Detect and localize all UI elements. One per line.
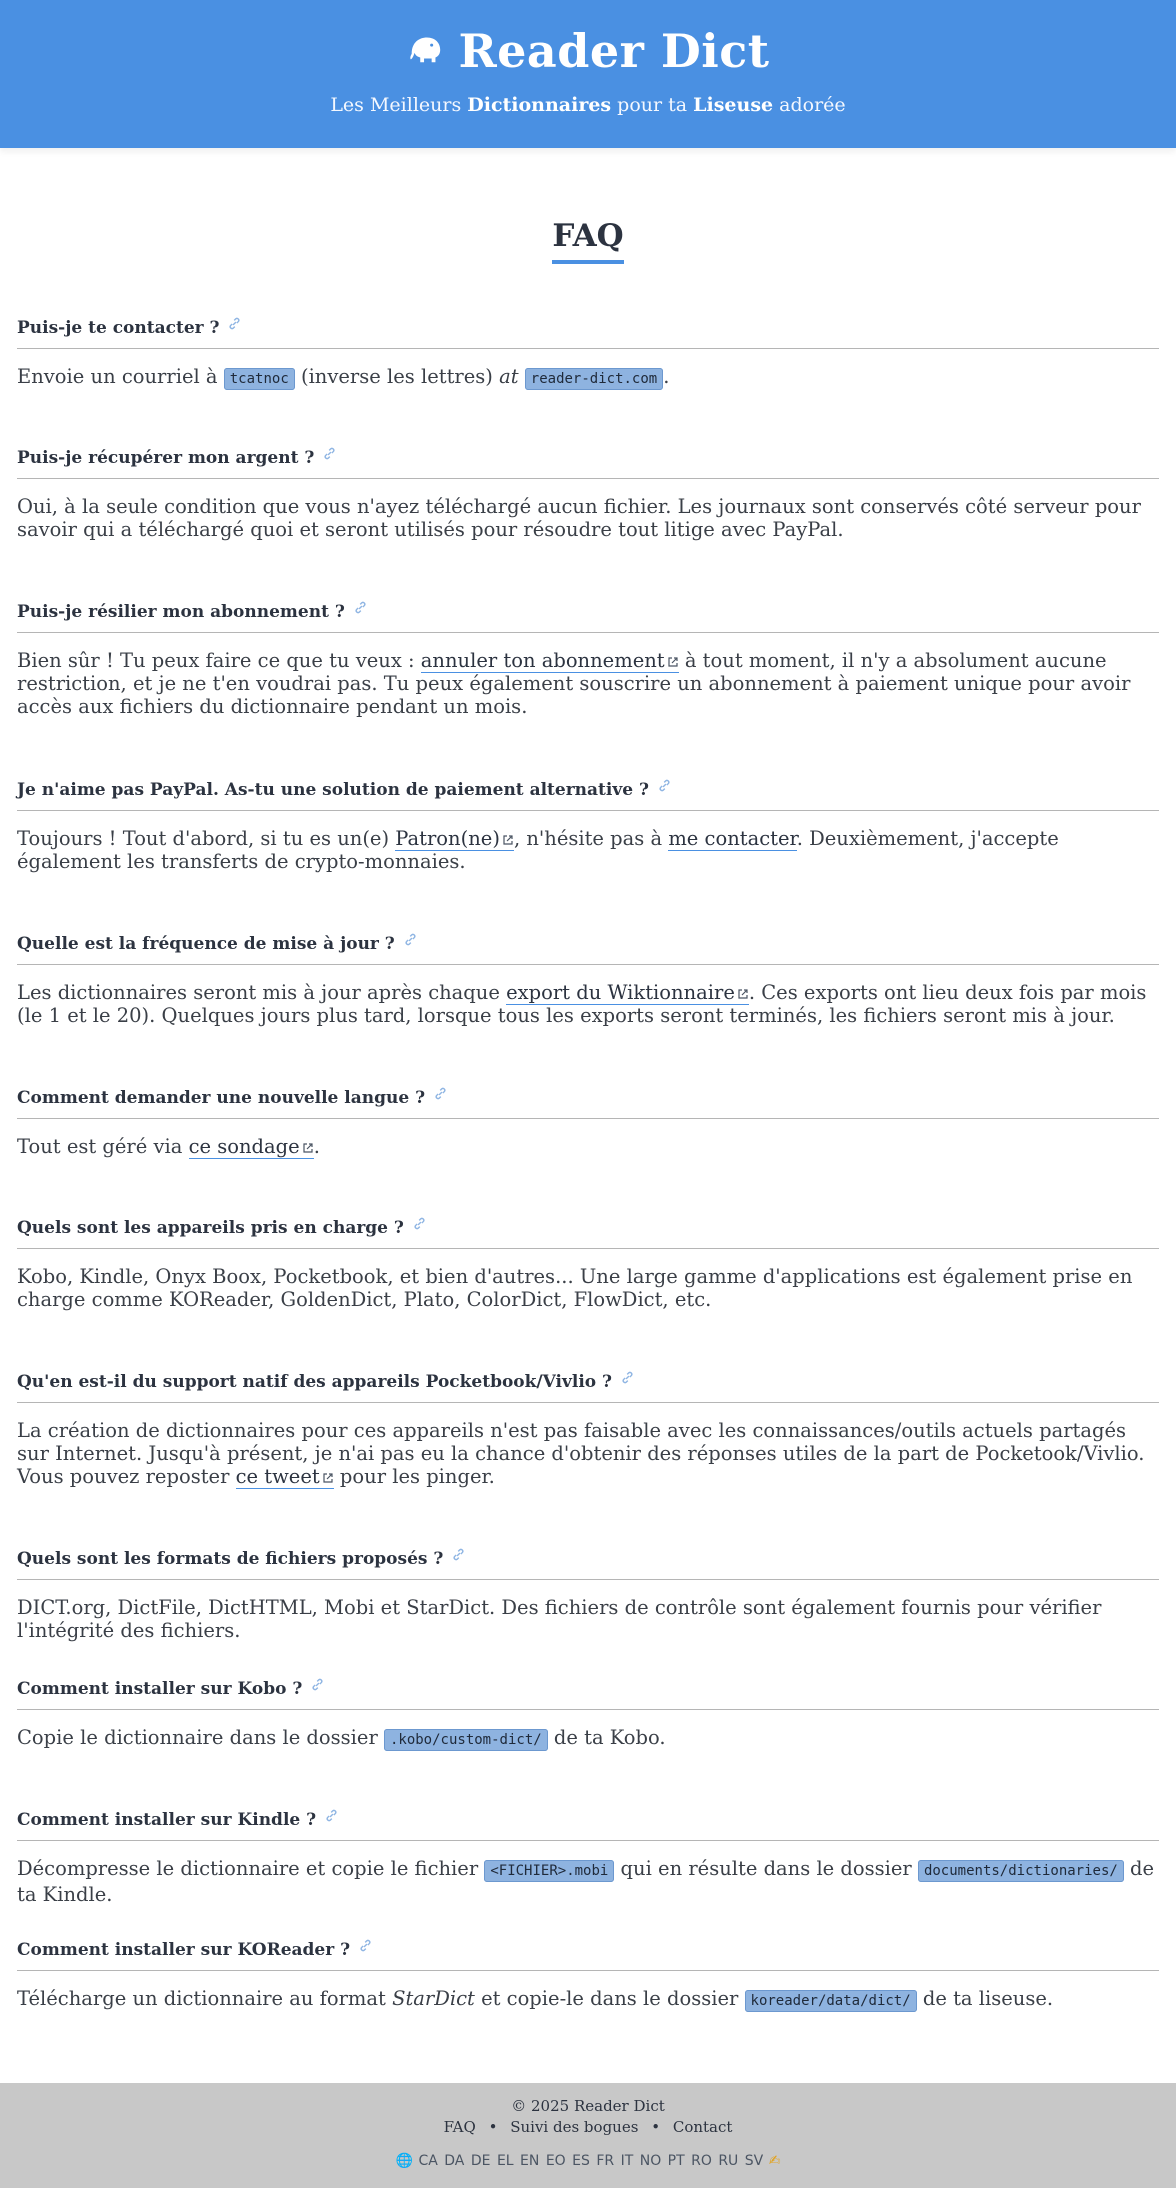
faq-question: Qu'en est-il du support natif des appare… [17, 1370, 1159, 1403]
faq-item: Puis-je résilier mon abonnement ? Bien s… [17, 600, 1159, 718]
external-link-icon [503, 834, 513, 845]
cancel-subscription-link[interactable]: annuler ton abonnement [420, 649, 679, 673]
site-title: Reader Dict [458, 24, 770, 78]
footer-link-faq[interactable]: FAQ [444, 2118, 476, 2136]
lang-da[interactable]: DA [444, 2153, 464, 2169]
faq-answer: Copie le dictionnaire dans le dossier .k… [17, 1726, 666, 1751]
lang-fr[interactable]: FR [596, 2153, 614, 2169]
anchor-link-icon[interactable] [353, 600, 368, 615]
lang-ru[interactable]: RU [718, 2153, 738, 2169]
globe-icon: 🌐 [395, 2153, 413, 2169]
site-brand[interactable]: Reader Dict [0, 24, 1176, 78]
faq-item: Comment demander une nouvelle langue ? T… [17, 1086, 1159, 1159]
lang-el[interactable]: EL [497, 2153, 514, 2169]
faq-question: Comment demander une nouvelle langue ? [17, 1086, 1159, 1119]
faq-answer: DICT.org, DictFile, DictHTML, Mobi et St… [17, 1596, 1102, 1642]
faq-question: Comment installer sur KOReader ? [17, 1938, 1159, 1971]
faq-question: Comment installer sur Kindle ? [17, 1808, 1159, 1841]
anchor-link-icon[interactable] [310, 1677, 325, 1692]
faq-item: Puis-je récupérer mon argent ? Oui, à la… [17, 446, 1159, 541]
site-header: Reader Dict Les Meilleurs Dictionnaires … [0, 0, 1176, 148]
anchor-link-icon[interactable] [451, 1547, 466, 1562]
faq-item: Quels sont les formats de fichiers propo… [17, 1547, 1159, 1642]
footer-links: FAQ • Suivi des bogues • Contact [0, 2118, 1176, 2136]
lang-ro[interactable]: RO [691, 2153, 712, 2169]
lang-sv[interactable]: SV [745, 2153, 763, 2169]
faq-answer: Oui, à la seule condition que vous n'aye… [17, 495, 1141, 541]
elephant-icon [406, 24, 444, 78]
lang-de[interactable]: DE [471, 2153, 491, 2169]
faq-answer: Tout est géré via ce sondage. [17, 1135, 320, 1159]
faq-item: Comment installer sur Kindle ? Décompres… [17, 1808, 1159, 1906]
lang-pt[interactable]: PT [668, 2153, 685, 2169]
faq-item: Quels sont les appareils pris en charge … [17, 1216, 1159, 1311]
lang-it[interactable]: IT [621, 2153, 634, 2169]
footer-link-bug-tracker[interactable]: Suivi des bogues [510, 2118, 638, 2136]
anchor-link-icon[interactable] [322, 446, 337, 461]
code-snippet: <FICHIER>.mobi [484, 1860, 615, 1882]
site-tagline: Les Meilleurs Dictionnaires pour ta Lise… [330, 94, 846, 116]
faq-item: Je n'aime pas PayPal. As-tu une solution… [17, 778, 1159, 873]
faq-question: Puis-je te contacter ? [17, 316, 1159, 349]
anchor-link-icon[interactable] [657, 778, 672, 793]
survey-link[interactable]: ce sondage [188, 1135, 314, 1159]
wiktionary-export-link[interactable]: export du Wiktionnaire [506, 981, 749, 1005]
footer-separator: • [488, 2118, 498, 2136]
faq-question: Comment installer sur Kobo ? [17, 1677, 1159, 1710]
writing-hand-icon[interactable]: ✍ [769, 2153, 781, 2169]
faq-answer: Bien sûr ! Tu peux faire ce que tu veux … [17, 649, 1131, 718]
faq-answer: Kobo, Kindle, Onyx Boox, Pocketbook, et … [17, 1265, 1133, 1311]
external-link-icon [738, 988, 748, 999]
anchor-link-icon[interactable] [324, 1808, 339, 1823]
page-title: FAQ [0, 218, 1176, 264]
code-snippet: .kobo/custom-dict/ [383, 1729, 548, 1751]
external-link-icon [668, 656, 678, 667]
code-snippet: tcatnoc [223, 368, 295, 390]
faq-answer: Toujours ! Tout d'abord, si tu es un(e) … [17, 827, 1059, 873]
external-link-icon [323, 1472, 333, 1483]
faq-answer: Les dictionnaires seront mis à jour aprè… [17, 981, 1147, 1027]
faq-question: Je n'aime pas PayPal. As-tu une solution… [17, 778, 1159, 811]
lang-en[interactable]: EN [520, 2153, 539, 2169]
lang-es[interactable]: ES [572, 2153, 590, 2169]
anchor-link-icon[interactable] [412, 1216, 427, 1231]
lang-ca[interactable]: CA [418, 2153, 437, 2169]
anchor-link-icon[interactable] [227, 316, 242, 331]
code-snippet: koreader/data/dict/ [744, 1990, 917, 2012]
patron-link[interactable]: Patron(ne) [395, 827, 514, 851]
code-snippet: reader-dict.com [524, 368, 664, 390]
contact-me-link[interactable]: me contacter [668, 827, 797, 851]
faq-answer: Décompresse le dictionnaire et copie le … [17, 1857, 1155, 1906]
faq-item: Puis-je te contacter ? Envoie un courrie… [17, 316, 1159, 391]
faq-item: Quelle est la fréquence de mise à jour ?… [17, 932, 1159, 1027]
faq-answer: Envoie un courriel à tcatnoc (inverse le… [17, 365, 670, 390]
faq-answer: La création de dictionnaires pour ces ap… [17, 1419, 1145, 1489]
tweet-link[interactable]: ce tweet [235, 1465, 334, 1489]
anchor-link-icon[interactable] [433, 1086, 448, 1101]
language-selector: 🌐 CA DA DE EL EN EO ES FR IT NO PT RO RU… [0, 2153, 1176, 2169]
lang-eo[interactable]: EO [546, 2153, 566, 2169]
copyright: © 2025 Reader Dict [511, 2097, 665, 2115]
site-footer: © 2025 Reader Dict FAQ • Suivi des bogue… [0, 2083, 1176, 2188]
faq-item: Qu'en est-il du support natif des appare… [17, 1370, 1159, 1489]
faq-question: Puis-je résilier mon abonnement ? [17, 600, 1159, 633]
code-snippet: documents/dictionaries/ [917, 1860, 1124, 1882]
anchor-link-icon[interactable] [358, 1938, 373, 1953]
faq-question: Quelle est la fréquence de mise à jour ? [17, 932, 1159, 965]
faq-question: Quels sont les appareils pris en charge … [17, 1216, 1159, 1249]
anchor-link-icon[interactable] [403, 932, 418, 947]
faq-answer: Télécharge un dictionnaire au format Sta… [17, 1987, 1054, 2012]
faq-item: Comment installer sur Kobo ? Copie le di… [17, 1677, 1159, 1752]
anchor-link-icon[interactable] [620, 1370, 635, 1385]
lang-no[interactable]: NO [640, 2153, 662, 2169]
footer-separator: • [651, 2118, 661, 2136]
faq-item: Comment installer sur KOReader ? Télécha… [17, 1938, 1159, 2013]
faq-question: Puis-je récupérer mon argent ? [17, 446, 1159, 479]
external-link-icon [303, 1142, 313, 1153]
footer-link-contact[interactable]: Contact [673, 2118, 733, 2136]
faq-question: Quels sont les formats de fichiers propo… [17, 1547, 1159, 1580]
